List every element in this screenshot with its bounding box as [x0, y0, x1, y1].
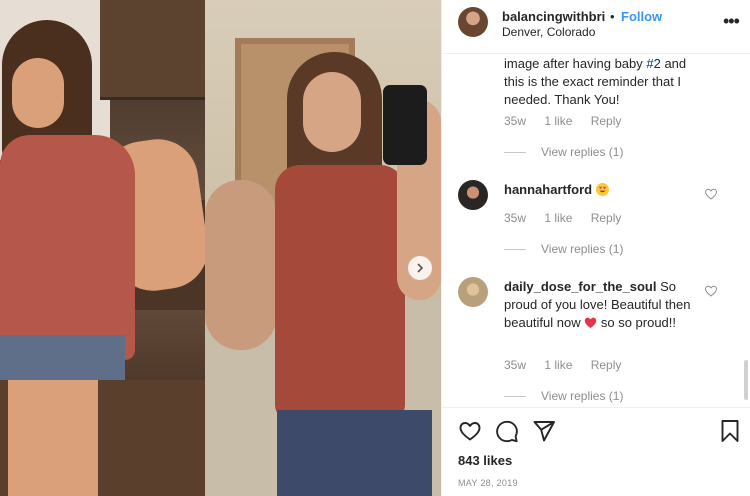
follow-button[interactable]: Follow: [621, 9, 662, 24]
carousel-next-button[interactable]: [408, 256, 432, 280]
comment-meta: 35w 1 like Reply: [504, 114, 636, 128]
view-replies-line: [504, 248, 526, 250]
author-avatar[interactable]: [458, 7, 488, 37]
photo-person: [0, 20, 205, 496]
commenter-username[interactable]: daily_dose_for_the_soul: [504, 279, 656, 294]
comment-likes[interactable]: 1 like: [544, 358, 572, 372]
post-location[interactable]: Denver, Colorado: [502, 25, 595, 39]
post-media[interactable]: [0, 0, 441, 496]
view-replies-button[interactable]: View replies (1): [504, 242, 623, 256]
comments-scrollbar[interactable]: [744, 360, 748, 400]
chevron-right-icon: [417, 263, 424, 273]
view-replies-line: [504, 151, 526, 153]
commenter-avatar[interactable]: [458, 180, 488, 210]
comment-likes[interactable]: 1 like: [544, 114, 572, 128]
reply-button[interactable]: Reply: [591, 211, 622, 225]
post-actions: 843 likes MAY 28, 2019: [442, 407, 750, 496]
view-replies-button[interactable]: View replies (1): [504, 145, 623, 159]
comment-icon[interactable]: [495, 419, 519, 443]
comment-age[interactable]: 35w: [504, 211, 526, 225]
view-replies-label: View replies (1): [541, 145, 624, 159]
like-comment-heart-icon[interactable]: [704, 284, 718, 298]
comment-likes[interactable]: 1 like: [544, 211, 572, 225]
view-replies-button[interactable]: View replies (1): [504, 389, 623, 403]
comment-text: image after having baby #2 and this is t…: [504, 56, 687, 107]
comment-text: hannahartford: [504, 181, 704, 199]
comment-meta: 35w 1 like Reply: [504, 358, 636, 372]
after-photo: [205, 0, 441, 496]
post-side-panel: balancingwithbri • Follow Denver, Colora…: [441, 0, 750, 496]
view-replies-label: View replies (1): [541, 389, 624, 403]
hashtag-link[interactable]: #2: [646, 56, 660, 71]
share-icon[interactable]: [532, 419, 556, 443]
comment-meta: 35w 1 like Reply: [504, 211, 636, 225]
separator-dot: •: [610, 9, 615, 24]
reply-button[interactable]: Reply: [591, 114, 622, 128]
like-comment-heart-icon[interactable]: [704, 187, 718, 201]
author-username[interactable]: balancingwithbri: [502, 9, 605, 24]
post-date[interactable]: MAY 28, 2019: [458, 478, 518, 488]
view-replies-label: View replies (1): [541, 242, 624, 256]
commenter-username[interactable]: hannahartford: [504, 182, 592, 197]
smiling-face-with-heart-eyes-icon: [595, 183, 609, 196]
before-photo: [0, 0, 205, 496]
reply-button[interactable]: Reply: [591, 358, 622, 372]
comment-age[interactable]: 35w: [504, 358, 526, 372]
bookmark-icon[interactable]: [718, 419, 742, 443]
commenter-avatar[interactable]: [458, 277, 488, 307]
red-heart-icon: [584, 316, 597, 329]
post-likes-count[interactable]: 843 likes: [458, 453, 512, 468]
post-header: balancingwithbri • Follow Denver, Colora…: [442, 0, 750, 54]
comments-list[interactable]: image after having baby #2 and this is t…: [442, 55, 750, 407]
view-replies-line: [504, 395, 526, 397]
comment-text: daily_dose_for_the_soul So proud of you …: [504, 279, 691, 330]
heart-icon[interactable]: [458, 419, 482, 443]
comment-age[interactable]: 35w: [504, 114, 526, 128]
more-options-icon[interactable]: •••: [723, 12, 740, 30]
